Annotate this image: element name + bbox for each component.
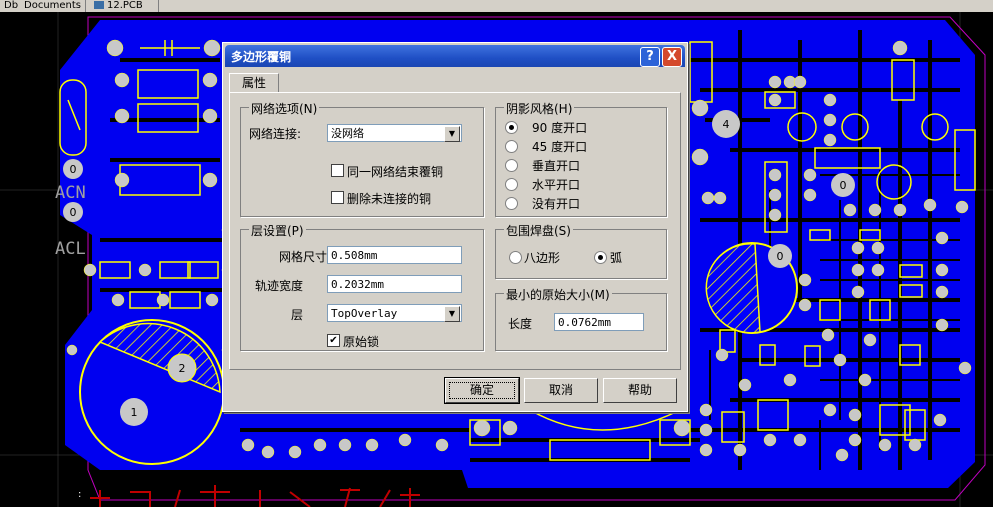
track-width-label: 轨迹宽度 — [255, 279, 304, 293]
close-button[interactable]: X — [662, 47, 682, 67]
silk-label-acn: ACN — [55, 183, 86, 203]
layer-settings-group: 层设置(P) 网格尺寸 0.508mm 轨迹宽度 0.2032mm 层 TopO… — [240, 222, 484, 351]
pour-same-net-label: 同一网络结束覆铜 — [347, 165, 444, 179]
remove-dead-copper-label: 删除未连接的铜 — [347, 192, 432, 206]
net-connect-select[interactable]: 没网络 ▼ — [327, 124, 462, 142]
pad-number: 0 — [70, 206, 77, 219]
tab-documents[interactable]: Documents — [20, 0, 87, 12]
pcb-file-icon — [94, 1, 104, 9]
net-options-group: 网络选项(N) 网络连接: 没网络 ▼ 同一网络结束覆铜 删除未连接的铜 — [240, 100, 484, 217]
grid-size-label: 网格尺寸 — [279, 250, 328, 264]
dialog-title: 多边形覆铜 — [231, 50, 292, 64]
properties-panel: 网络选项(N) 网络连接: 没网络 ▼ 同一网络结束覆铜 删除未连接的铜 阴影风… — [229, 92, 681, 370]
surround-octagon-label: 八边形 — [524, 251, 561, 265]
min-primitive-group: 最小的原始大小(M) 长度 0.0762mm — [495, 286, 667, 351]
polygon-pour-dialog: 多边形覆铜 ? X 属性 网络选项(N) 网络连接: 没网络 ▼ 同一网络结束覆… — [222, 42, 688, 412]
hatch-style-title: 阴影风格(H) — [504, 100, 575, 117]
pad-number: 1 — [131, 406, 138, 419]
tab-db-label: Db — [4, 0, 19, 11]
pad-number: 0 — [840, 179, 847, 192]
layer-label: 层 — [291, 308, 304, 322]
surround-arc-radio[interactable] — [594, 251, 607, 264]
chevron-down-icon[interactable]: ▼ — [444, 306, 460, 322]
surround-arc-label: 弧 — [610, 251, 623, 265]
pad-number: 0 — [70, 163, 77, 176]
hatch-horizontal-radio[interactable] — [505, 178, 518, 191]
ok-button[interactable]: 确定 — [444, 377, 520, 404]
length-input[interactable]: 0.0762mm — [554, 313, 644, 331]
pad-number: 2 — [179, 362, 186, 375]
cancel-label: 取消 — [548, 383, 573, 397]
tab-pcb-file[interactable]: 12.PCB — [90, 0, 159, 12]
pad-number: 0 — [777, 250, 784, 263]
hatch-90-radio[interactable] — [505, 121, 518, 134]
hatch-style-group: 阴影风格(H) 90 度开口 45 度开口 垂直开口 水平开口 没有开口 — [495, 100, 667, 217]
hatch-vertical-radio[interactable] — [505, 159, 518, 172]
hatch-45-label: 45 度开口 — [532, 140, 588, 154]
capacitor-large — [79, 319, 225, 465]
net-connect-value: 没网络 — [331, 127, 364, 140]
net-connect-label: 网络连接: — [249, 127, 302, 141]
min-primitive-title: 最小的原始大小(M) — [504, 286, 612, 303]
cancel-button[interactable]: 取消 — [524, 378, 598, 403]
length-label: 长度 — [508, 317, 533, 331]
surround-octagon-radio[interactable] — [509, 251, 522, 264]
hatch-90-label: 90 度开口 — [532, 121, 588, 135]
help-label: 帮助 — [627, 383, 652, 397]
pour-same-net-checkbox[interactable] — [331, 164, 344, 177]
silk-label-acl: ACL — [55, 239, 86, 259]
tab-properties[interactable]: 属性 — [229, 73, 279, 93]
hatch-horizontal-label: 水平开口 — [532, 178, 581, 192]
help-button[interactable]: 帮助 — [603, 378, 677, 403]
primitive-lock-label: 原始锁 — [343, 335, 380, 349]
help-title-button[interactable]: ? — [640, 47, 660, 67]
hatch-none-radio[interactable] — [505, 197, 518, 210]
layer-value: TopOverlay — [331, 307, 398, 320]
surround-pads-title: 包围焊盘(S) — [504, 222, 573, 239]
pad-number: 4 — [723, 118, 730, 131]
remove-dead-copper-checkbox[interactable] — [331, 191, 344, 204]
layer-select[interactable]: TopOverlay ▼ — [327, 304, 462, 322]
primitive-lock-checkbox[interactable]: ✔ — [327, 334, 340, 347]
net-options-title: 网络选项(N) — [249, 100, 320, 117]
track-width-input[interactable]: 0.2032mm — [327, 275, 462, 293]
grid-size-input[interactable]: 0.508mm — [327, 246, 462, 264]
focus-rect — [449, 382, 515, 399]
hatch-vertical-label: 垂直开口 — [532, 159, 581, 173]
hatch-none-label: 没有开口 — [532, 197, 581, 211]
cursor-mark: : — [78, 489, 81, 500]
surround-pads-group: 包围焊盘(S) 八边形 弧 — [495, 222, 667, 279]
dialog-titlebar[interactable]: 多边形覆铜 ? X — [225, 45, 685, 67]
tab-pcb-file-label: 12.PCB — [107, 0, 143, 11]
chevron-down-icon[interactable]: ▼ — [444, 126, 460, 142]
tab-documents-label: Documents — [24, 0, 82, 11]
layer-settings-title: 层设置(P) — [249, 222, 306, 239]
hatch-45-radio[interactable] — [505, 140, 518, 153]
